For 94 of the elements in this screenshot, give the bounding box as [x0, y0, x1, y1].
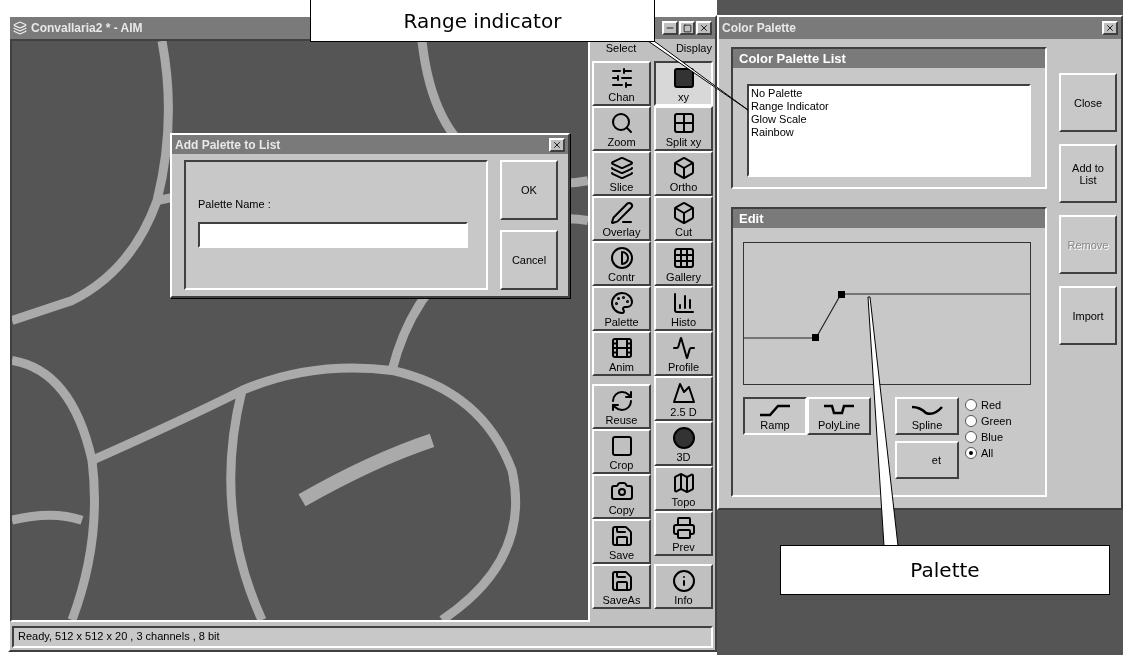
list-item[interactable]: No Palette — [751, 87, 1027, 100]
close-icon — [552, 139, 562, 150]
radio-label: All — [981, 447, 994, 459]
channel-radio[interactable]: All — [965, 447, 1012, 459]
maximize-button[interactable] — [679, 21, 695, 35]
dialog-button[interactable]: OK — [500, 160, 558, 220]
tool-button[interactable]: Save — [592, 519, 651, 564]
side-button[interactable]: Import — [1059, 286, 1117, 345]
refresh-icon — [609, 389, 634, 413]
group-heading: Edit — [733, 209, 1045, 228]
tool-button[interactable]: Copy — [592, 474, 651, 519]
list-item[interactable]: Rainbow — [751, 126, 1027, 139]
radio-label: Blue — [981, 431, 1004, 443]
palette-icon — [609, 291, 634, 315]
field-label: Palette Name : — [198, 198, 272, 210]
grid-icon — [671, 111, 696, 135]
column-heading: Select — [604, 41, 638, 56]
camera-icon — [609, 479, 634, 503]
film-icon — [609, 336, 634, 360]
pen-icon — [609, 201, 634, 225]
app-icon — [13, 21, 27, 35]
channel-radio[interactable]: Blue — [965, 431, 1012, 443]
tool-button[interactable]: Topo — [654, 466, 713, 511]
tool-button[interactable]: 3D — [654, 421, 713, 466]
maximize-icon — [682, 23, 692, 33]
tool-button[interactable]: Reuse — [592, 384, 651, 429]
radio-label: Green — [981, 415, 1012, 427]
tool-button[interactable]: Contr — [592, 241, 651, 286]
dialog-button[interactable]: Cancel — [500, 230, 558, 290]
sliders-icon — [609, 66, 634, 90]
palette-list[interactable]: No Palette Range Indicator Glow Scale Rainbow — [747, 84, 1031, 177]
info-icon — [671, 569, 696, 593]
column-heading: Display — [674, 41, 713, 56]
close-button[interactable] — [1102, 21, 1118, 35]
close-icon — [1105, 23, 1115, 33]
tool-button[interactable]: Zoom — [592, 106, 651, 151]
minimize-button[interactable] — [662, 21, 678, 35]
channel-radio[interactable]: Red — [965, 399, 1012, 411]
radio-dot[interactable] — [965, 447, 977, 459]
list-item[interactable]: Glow Scale — [751, 113, 1027, 126]
mode-button[interactable]: Ramp — [743, 397, 807, 435]
radio-dot[interactable] — [965, 431, 977, 443]
radio-dot[interactable] — [965, 415, 977, 427]
close-icon — [699, 23, 709, 33]
tool-button[interactable]: Histo — [654, 286, 713, 331]
tool-button[interactable]: Chan — [592, 61, 651, 106]
palette-curve-drawing[interactable] — [743, 291, 1031, 341]
line-chart-icon — [671, 336, 696, 360]
tool-button[interactable]: Overlay — [592, 196, 651, 241]
search-icon — [609, 111, 634, 135]
radio-label: Red — [981, 399, 1002, 411]
mode-button[interactable]: Spline — [895, 397, 959, 435]
list-item[interactable]: Range Indicator — [751, 100, 1027, 113]
tool-button[interactable]: Split xy — [654, 106, 713, 151]
palette-name-field[interactable] — [198, 222, 468, 248]
tool-button[interactable]: Info — [654, 564, 713, 609]
tool-button[interactable]: Anim — [592, 331, 651, 376]
tool-button[interactable]: SaveAs — [592, 564, 651, 609]
tool-button[interactable]: Crop — [592, 429, 651, 474]
mode-button[interactable]: PolyLine — [807, 397, 871, 435]
cube-icon — [671, 201, 696, 225]
tool-button[interactable]: Prev — [654, 511, 713, 556]
ball-icon — [671, 426, 696, 450]
side-button[interactable]: Add to List — [1059, 144, 1117, 203]
dark-square-icon — [671, 66, 696, 90]
square-icon — [609, 434, 634, 458]
tool-button[interactable]: 2.5 D — [654, 376, 713, 421]
bar-chart-icon — [671, 291, 696, 315]
status-bar: Ready, 512 x 512 x 20 , 3 channels , 8 bit — [12, 626, 713, 648]
side-button[interactable]: Close — [1059, 73, 1117, 132]
tool-button[interactable]: Ortho — [654, 151, 713, 196]
tool-button[interactable]: xy — [654, 61, 713, 106]
dialog-title: Add Palette to List — [175, 137, 281, 152]
reset-button[interactable]: et — [895, 441, 959, 479]
map-icon — [671, 471, 696, 495]
window-title: Convallaria2 * - AIM — [31, 21, 143, 35]
close-button[interactable] — [696, 21, 712, 35]
callout-label: Range indicator — [310, 0, 655, 42]
grid-icon — [671, 246, 696, 270]
printer-icon — [671, 516, 696, 540]
tool-button[interactable]: Profile — [654, 331, 713, 376]
tool-button[interactable]: Palette — [592, 286, 651, 331]
tool-button[interactable]: Slice — [592, 151, 651, 196]
contrast-icon — [609, 246, 634, 270]
close-button[interactable] — [549, 137, 565, 152]
window-title: Color Palette — [722, 21, 796, 35]
mountain-icon — [671, 381, 696, 405]
tool-button[interactable]: Gallery — [654, 241, 713, 286]
channel-radio[interactable]: Green — [965, 415, 1012, 427]
cube-icon — [671, 156, 696, 180]
tool-button[interactable]: Cut — [654, 196, 713, 241]
radio-dot[interactable] — [965, 399, 977, 411]
group-heading: Color Palette List — [733, 49, 1045, 68]
layers-icon — [609, 156, 634, 180]
